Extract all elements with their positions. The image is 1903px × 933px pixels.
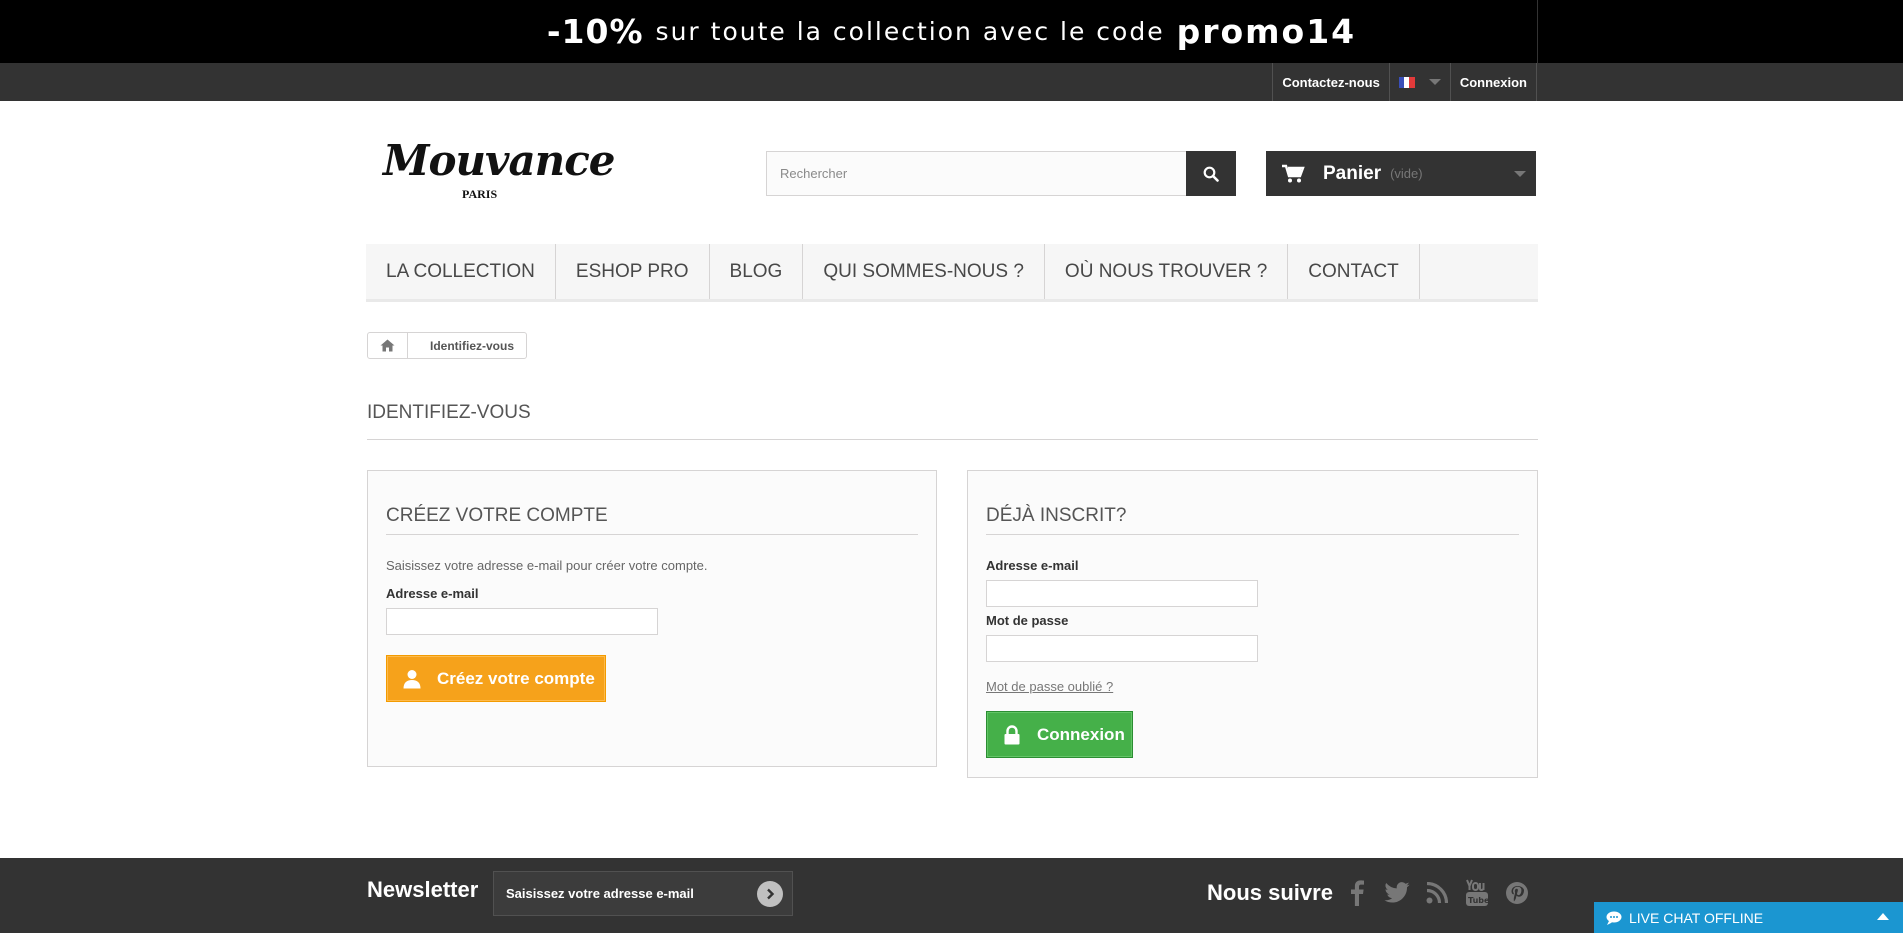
- french-flag-icon: [1398, 76, 1415, 88]
- password-field[interactable]: [986, 635, 1258, 662]
- language-selector[interactable]: [1388, 63, 1450, 101]
- search-input[interactable]: [766, 151, 1186, 196]
- newsletter-title: Newsletter: [367, 877, 479, 902]
- live-chat-label: LIVE CHAT OFFLINE: [1629, 909, 1764, 926]
- login-title: DÉJÀ INSCRIT?: [986, 505, 1519, 535]
- breadcrumb: Identifiez-vous: [367, 332, 528, 359]
- promo-content: -10% sur toute la collection avec le cod…: [366, 0, 1538, 63]
- cart-title: Panier: [1323, 162, 1382, 184]
- social-links: Tube: [1343, 878, 1530, 908]
- create-account-box: CRÉEZ VOTRE COMPTE Saisissez votre adres…: [367, 470, 937, 767]
- chevron-right-icon: [767, 888, 775, 899]
- promo-banner[interactable]: -10% sur toute la collection avec le cod…: [0, 0, 1903, 63]
- facebook-icon[interactable]: [1343, 878, 1370, 908]
- logo-subtitle: PARIS: [462, 187, 498, 201]
- newsletter-submit-button[interactable]: [757, 880, 783, 907]
- live-chat-widget[interactable]: LIVE CHAT OFFLINE: [1594, 902, 1903, 933]
- menu-item-collection[interactable]: LA COLLECTION: [366, 244, 556, 299]
- menu-item-find-us[interactable]: OÙ NOUS TROUVER ?: [1045, 244, 1289, 299]
- chat-bubble-icon: [1606, 911, 1622, 925]
- menu-item-blog[interactable]: BLOG: [710, 244, 804, 299]
- login-email-field[interactable]: [986, 580, 1258, 607]
- user-icon: [387, 669, 437, 689]
- promo-discount: -10%: [546, 12, 644, 51]
- chevron-up-icon: [1877, 913, 1889, 920]
- search-form: [766, 151, 1236, 196]
- svg-text:Tube: Tube: [1468, 896, 1489, 905]
- create-email-label: Adresse e-mail: [386, 586, 479, 601]
- cart-button[interactable]: Panier (vide): [1266, 151, 1536, 196]
- cart-icon: [1282, 164, 1305, 182]
- cart-status: (vide): [1390, 166, 1423, 181]
- rss-icon[interactable]: [1423, 878, 1450, 908]
- newsletter-input[interactable]: [494, 886, 757, 901]
- create-account-title: CRÉEZ VOTRE COMPTE: [386, 505, 918, 535]
- login-button[interactable]: Connexion: [986, 711, 1133, 758]
- pinterest-icon[interactable]: [1503, 878, 1530, 908]
- menu-item-eshop-pro[interactable]: ESHOP PRO: [556, 244, 710, 299]
- login-email-label: Adresse e-mail: [986, 558, 1079, 573]
- promo-code: promo14: [1176, 12, 1357, 51]
- promo-text: sur toute la collection avec le code: [655, 17, 1165, 46]
- youtube-icon[interactable]: Tube: [1463, 878, 1490, 908]
- follow-title: Nous suivre: [1207, 880, 1333, 905]
- main-menu: LA COLLECTION ESHOP PRO BLOG QUI SOMMES-…: [366, 244, 1538, 302]
- logo-name: Mouvance: [383, 136, 616, 185]
- newsletter-form: [493, 871, 793, 916]
- chevron-down-icon: [1428, 79, 1441, 85]
- create-email-field[interactable]: [386, 608, 658, 635]
- page-title: IDENTIFIEZ-VOUS: [367, 400, 1538, 440]
- menu-item-contact[interactable]: CONTACT: [1288, 244, 1420, 299]
- forgot-password-link[interactable]: Mot de passe oublié ?: [986, 679, 1113, 694]
- search-button[interactable]: [1186, 151, 1236, 196]
- contact-link[interactable]: Contactez-nous: [1272, 63, 1389, 101]
- lock-icon: [987, 724, 1037, 745]
- breadcrumb-home[interactable]: [368, 333, 408, 358]
- top-bar: Contactez-nous Connexion: [0, 63, 1903, 101]
- home-icon: [380, 339, 395, 352]
- create-account-button[interactable]: Créez votre compte: [386, 655, 606, 702]
- top-bar-items: Contactez-nous Connexion: [1272, 63, 1537, 101]
- breadcrumb-current: Identifiez-vous: [430, 338, 515, 353]
- twitter-icon[interactable]: [1383, 878, 1410, 908]
- search-icon: [1203, 166, 1219, 182]
- create-account-button-label: Créez votre compte: [437, 668, 595, 688]
- login-box: DÉJÀ INSCRIT? Adresse e-mail Mot de pass…: [967, 470, 1538, 778]
- login-button-label: Connexion: [1037, 724, 1125, 744]
- chevron-down-icon: [1514, 171, 1526, 177]
- create-account-hint: Saisissez votre adresse e-mail pour crée…: [386, 558, 708, 573]
- menu-item-about[interactable]: QUI SOMMES-NOUS ?: [803, 244, 1045, 299]
- logo[interactable]: Mouvance PARIS: [383, 136, 616, 202]
- login-link[interactable]: Connexion: [1449, 63, 1537, 101]
- password-label: Mot de passe: [986, 613, 1069, 628]
